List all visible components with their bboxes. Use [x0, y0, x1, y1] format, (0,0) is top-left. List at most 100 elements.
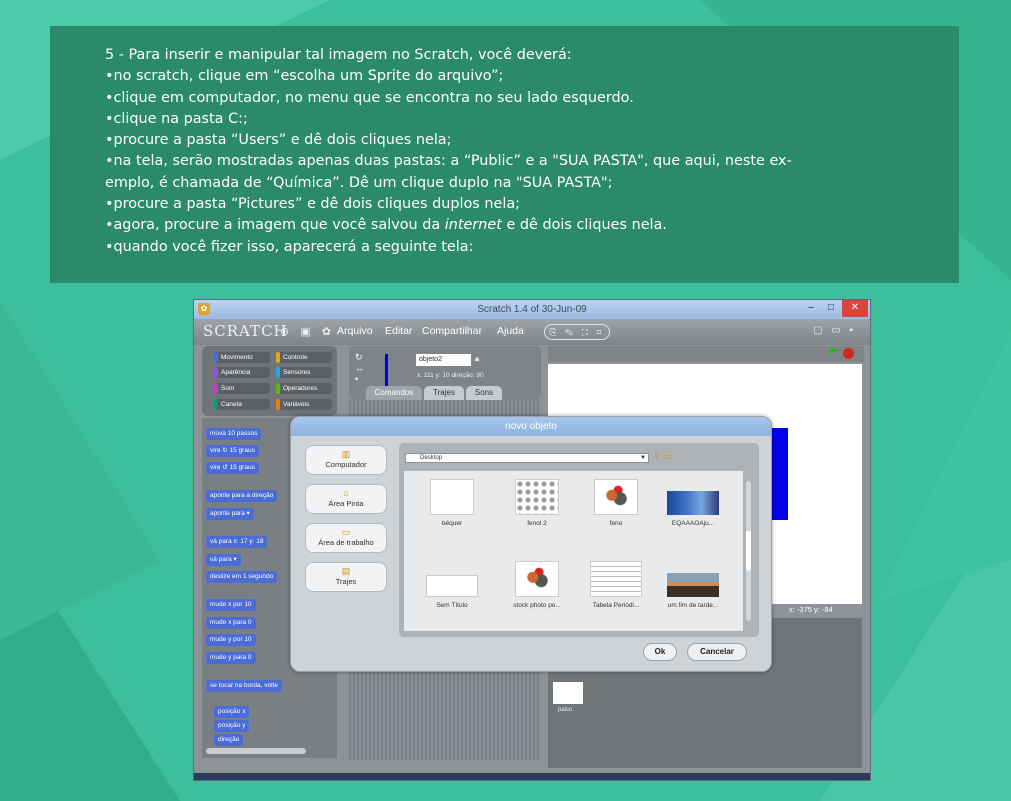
block-posicao-y[interactable]: posição y	[214, 720, 250, 732]
block-vire-direita[interactable]: vire ↻ 15 graus	[206, 445, 259, 457]
nav-area-trabalho-button[interactable]: ▭ Área de trabalho	[305, 523, 387, 553]
green-flag-icon[interactable]	[830, 348, 840, 354]
lock-icon[interactable]: 🔒︎	[475, 354, 479, 364]
instruction-line: •quando você fizer isso, aparecerá a seg…	[105, 238, 474, 255]
file-item[interactable]: béquer	[416, 479, 488, 527]
window-titlebar[interactable]: ✿ Scratch 1.4 of 30-Jun-09 – □ ✕	[194, 300, 870, 319]
file-label: stock photo po...	[513, 602, 561, 609]
nav-label: Área Pinta	[328, 499, 364, 508]
window-title: Scratch 1.4 of 30-Jun-09	[477, 304, 587, 315]
file-item[interactable]: um fim de tarde...	[657, 561, 729, 609]
sprite-name-field[interactable]: objeto2	[416, 354, 471, 366]
edit-tools-group[interactable]: ⎘ ✎ ⛶ ⌗	[544, 324, 610, 340]
rotation-style-icons[interactable]: ↻ ↔ •	[355, 352, 364, 385]
palette-scrollbar[interactable]	[206, 748, 306, 754]
block-deslize[interactable]: deslize em 1 segundo	[206, 571, 278, 583]
nav-trajes-button[interactable]: ▤ Trajes	[305, 562, 387, 592]
file-thumbnail	[430, 479, 474, 515]
menu-editar[interactable]: Editar	[385, 325, 412, 337]
file-item[interactable]: EQAAAOAju...	[657, 479, 729, 527]
instruction-line: •na tela, serão mostradas apenas duas pa…	[105, 153, 792, 170]
file-label: Tabela Periódi...	[592, 602, 640, 609]
block-vire-esquerda[interactable]: vire ↺ 15 graus	[206, 462, 259, 474]
instruction-line: •clique na pasta C:;	[105, 110, 248, 127]
block-va-para-xy[interactable]: vá para x: 17 y: 18	[206, 536, 268, 548]
up-folder-icons[interactable]: ⇧ ▭	[653, 451, 672, 462]
maximize-button[interactable]: □	[822, 300, 840, 317]
instruction-line: •agora, procure a imagem que você salvou…	[105, 215, 939, 236]
file-thumbnail	[515, 561, 559, 597]
category-aparencia[interactable]: Aparência	[214, 367, 270, 378]
file-thumbnail	[515, 479, 559, 515]
category-movimento[interactable]: Movimento	[214, 352, 270, 363]
file-label: Sem Título	[436, 602, 468, 609]
block-aponte-direcao[interactable]: aponte para a direção	[206, 490, 278, 502]
nav-area-pinta-button[interactable]: ⌂ Área Pinta	[305, 484, 387, 514]
scratch-app-icon: ✿	[198, 303, 210, 315]
menu-arquivo[interactable]: Arquivo	[337, 325, 373, 337]
file-item[interactable]: stock photo po...	[501, 561, 573, 609]
stage-thumbnail-label: palco	[558, 707, 573, 713]
instruction-text: e dê dois cliques nela.	[501, 217, 667, 234]
category-sensores[interactable]: Sensores	[276, 367, 332, 378]
category-controle[interactable]: Controle	[276, 352, 332, 363]
file-scrollbar[interactable]	[746, 481, 751, 621]
block-mude-y-por[interactable]: mude y por 10	[206, 634, 256, 646]
file-scrollbar-thumb[interactable]	[746, 531, 751, 571]
file-thumbnail	[590, 561, 642, 597]
nav-computador-button[interactable]: ▥ Computador	[305, 445, 387, 475]
minimize-button[interactable]: –	[802, 300, 820, 317]
block-direcao[interactable]: direção	[214, 734, 244, 746]
instruction-line: •procure a pasta “Users” e dê dois cliqu…	[105, 132, 452, 149]
block-posicao-x[interactable]: posição x	[214, 706, 250, 718]
stage-toolbar	[548, 346, 864, 362]
file-grid: béquer fenol 2 feno EQAAAOAju... Sem Tít…	[404, 471, 743, 631]
block-mude-x-para[interactable]: mude x para 0	[206, 617, 256, 629]
category-som[interactable]: Som	[214, 383, 270, 394]
sprite-coordinates: x: 111 y: 10 direção: 90	[417, 372, 484, 379]
category-caneta[interactable]: Caneta	[214, 399, 270, 410]
file-item[interactable]: Sem Título	[416, 561, 488, 609]
block-se-tocar-borda[interactable]: se tocar na borda, volte	[206, 680, 282, 692]
block-va-para[interactable]: vá para ▾	[206, 554, 241, 566]
new-sprite-dialog: novo objeto ▥ Computador ⌂ Área Pinta ▭ …	[290, 416, 772, 672]
instruction-emphasis: internet	[444, 217, 502, 234]
scratch-window: ✿ Scratch 1.4 of 30-Jun-09 – □ ✕ SCRATCH…	[193, 299, 871, 781]
tab-comandos[interactable]: Comandos	[366, 386, 422, 400]
mouse-coordinates: x: -375 y: -84	[789, 605, 833, 614]
block-mude-x-por[interactable]: mude x por 10	[206, 599, 256, 611]
instruction-line: 5 - Para inserir e manipular tal imagem …	[105, 47, 572, 63]
nav-label: Trajes	[335, 577, 357, 586]
home-icon: ⌂	[343, 488, 349, 498]
block-mude-y-para[interactable]: mude y para 0	[206, 652, 256, 664]
instruction-line: •clique em computador, no menu que se en…	[105, 89, 634, 106]
menu-compartilhar[interactable]: Compartilhar	[422, 325, 482, 337]
stage-thumbnail[interactable]	[553, 682, 583, 704]
menubar: SCRATCH ⊕ ▣ ✿ Arquivo Editar Compartilha…	[194, 319, 870, 345]
block-mova[interactable]: mova 10 passos	[206, 428, 262, 440]
stage-view-buttons[interactable]: ▢ ▭ ▪	[813, 325, 856, 336]
close-button[interactable]: ✕	[842, 300, 868, 317]
category-variaveis[interactable]: Variáveis	[276, 399, 332, 410]
dialog-title: novo objeto	[291, 417, 771, 436]
file-label: um fim de tarde...	[667, 602, 719, 609]
folder-icon: ▭	[341, 527, 351, 537]
block-aponte-para[interactable]: aponte para ▾	[206, 508, 254, 520]
computer-icon: ▥	[341, 449, 351, 459]
stop-icon[interactable]	[843, 348, 854, 359]
file-item[interactable]: fenol 2	[501, 479, 573, 527]
file-item[interactable]: feno	[580, 479, 652, 527]
cancel-button[interactable]: Cancelar	[687, 643, 747, 661]
menu-ajuda[interactable]: Ajuda	[497, 325, 524, 337]
file-thumbnail	[667, 491, 719, 515]
path-dropdown[interactable]: Desktop ▼	[405, 453, 649, 463]
tab-trajes[interactable]: Trajes	[424, 386, 464, 400]
file-thumbnail	[426, 575, 478, 597]
category-operadores[interactable]: Operadores	[276, 383, 332, 394]
globe-save-share-icons[interactable]: ⊕ ▣ ✿	[280, 325, 335, 338]
instruction-text: •agora, procure a imagem que você salvou…	[105, 217, 445, 234]
tab-sons[interactable]: Sons	[466, 386, 502, 400]
ok-button[interactable]: Ok	[643, 643, 677, 661]
file-item[interactable]: Tabela Periódi...	[580, 561, 652, 609]
instruction-line: emplo, é chamada de “Química”. Dê um cli…	[105, 174, 613, 191]
